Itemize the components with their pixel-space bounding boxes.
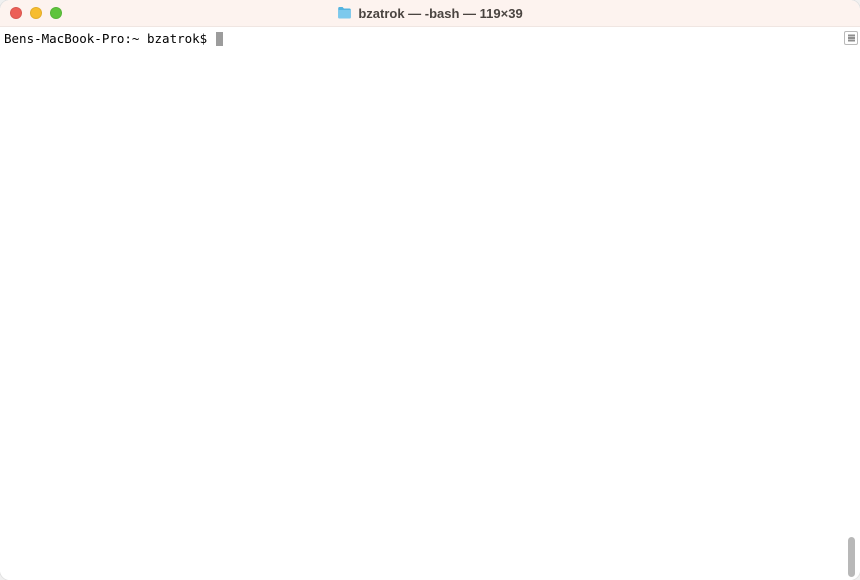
cursor [216,32,224,46]
folder-icon [337,7,352,19]
scrollbar[interactable] [844,28,858,577]
maximize-button[interactable] [50,7,62,19]
titlebar[interactable]: bzatrok — -bash — 119×39 [0,0,860,27]
scroll-indicator-icon[interactable] [844,31,858,45]
window-title: bzatrok — -bash — 119×39 [358,6,522,21]
terminal-content[interactable]: Bens-MacBook-Pro:~ bzatrok$ [0,27,860,580]
window-title-group: bzatrok — -bash — 119×39 [337,6,522,21]
prompt-line: Bens-MacBook-Pro:~ bzatrok$ [4,31,856,47]
minimize-button[interactable] [30,7,42,19]
window-controls [0,0,62,26]
shell-prompt: Bens-MacBook-Pro:~ bzatrok$ [4,31,215,47]
terminal-window: bzatrok — -bash — 119×39 Bens-MacBook-Pr… [0,0,860,580]
close-button[interactable] [10,7,22,19]
scrollbar-thumb[interactable] [848,537,855,577]
